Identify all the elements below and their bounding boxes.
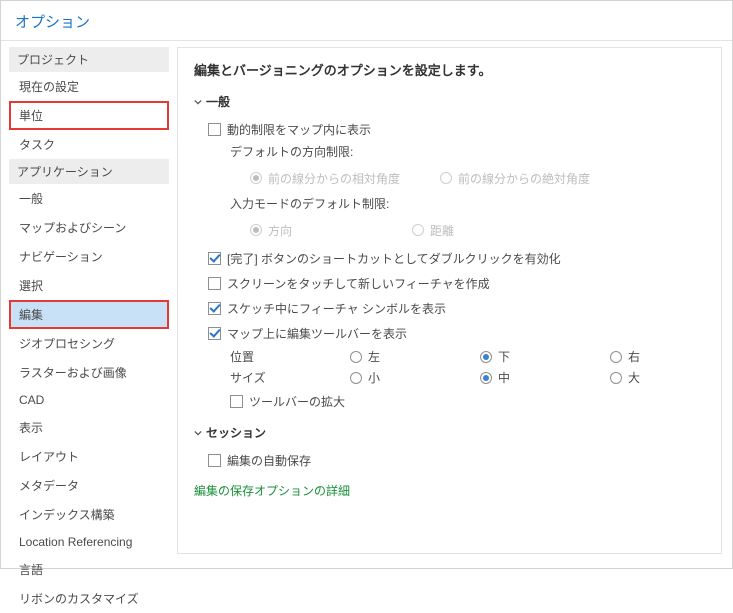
sidebar-item-customize-ribbon[interactable]: リボンのカスタマイズ [9,584,169,613]
link-save-options-details[interactable]: 編集の保存オプションの詳細 [194,482,350,499]
label-toolbar-magnify: ツールバーの拡大 [249,393,345,410]
radio-size-medium[interactable] [480,372,492,384]
sidebar-item-navigation[interactable]: ナビゲーション [9,242,169,271]
chevron-down-icon [194,429,202,437]
sidebar-item-cad[interactable]: CAD [9,387,169,413]
sidebar-item-indexing[interactable]: インデックス構築 [9,500,169,529]
sidebar-item-metadata[interactable]: メタデータ [9,471,169,500]
sidebar-item-raster-imagery[interactable]: ラスターおよび画像 [9,358,169,387]
checkbox-sketch-symbols[interactable] [208,302,221,315]
checkbox-toolbar-magnify[interactable] [230,395,243,408]
sidebar-item-language[interactable]: 言語 [9,555,169,584]
sidebar-item-tasks[interactable]: タスク [9,130,169,159]
sidebar-item-general[interactable]: 一般 [9,184,169,213]
sidebar-group-application: アプリケーション [9,159,169,184]
radio-pos-right[interactable] [610,351,622,363]
radio-dir-absolute [440,172,452,184]
label-size-medium: 中 [498,369,510,386]
sidebar-group-project: プロジェクト [9,47,169,72]
radio-pos-bottom[interactable] [480,351,492,363]
sidebar-item-units[interactable]: 単位 [9,101,169,130]
label-size-small: 小 [368,369,380,386]
sidebar: プロジェクト 現在の設定 単位 タスク アプリケーション 一般 マップおよびシー… [1,41,173,564]
label-input-mode-default: 入力モードのデフォルト制限: [194,195,705,212]
section-general-header[interactable]: 一般 [194,93,705,110]
label-toolbar-show: マップ上に編集ツールバーを表示 [227,325,407,342]
label-inmode-distance: 距離 [430,222,454,239]
checkbox-dblclick-finish[interactable] [208,252,221,265]
label-dblclick-finish: [完了] ボタンのショートカットとしてダブルクリックを有効化 [227,250,561,267]
label-pos-left: 左 [368,348,380,365]
label-dir-absolute: 前の線分からの絶対角度 [458,170,590,187]
radio-size-small[interactable] [350,372,362,384]
content-panel: 編集とバージョニングのオプションを設定します。 一般 動的制限をマップ内に表示 … [177,47,722,554]
radio-inmode-direction [250,224,262,236]
chevron-down-icon [194,98,202,106]
radio-dir-relative [250,172,262,184]
sidebar-item-selection[interactable]: 選択 [9,271,169,300]
dialog-title: オプション [1,1,732,41]
checkbox-touch-create[interactable] [208,277,221,290]
label-pos-right: 右 [628,348,640,365]
label-default-direction: デフォルトの方向制限: [194,143,705,160]
sidebar-item-layout[interactable]: レイアウト [9,442,169,471]
radio-size-large[interactable] [610,372,622,384]
label-touch-create: スクリーンをタッチして新しいフィーチャを作成 [227,275,490,292]
label-dir-relative: 前の線分からの相対角度 [268,170,400,187]
label-toolbar-position: 位置 [230,348,350,365]
label-autosave: 編集の自動保存 [227,452,311,469]
section-session-label: セッション [206,424,266,441]
section-session-header[interactable]: セッション [194,424,705,441]
checkbox-dynamic-constraints[interactable] [208,123,221,136]
label-size-large: 大 [628,369,640,386]
label-dynamic-constraints: 動的制限をマップ内に表示 [227,121,371,138]
label-pos-bottom: 下 [498,348,510,365]
sidebar-item-current-settings[interactable]: 現在の設定 [9,72,169,101]
label-sketch-symbols: スケッチ中にフィーチャ シンボルを表示 [227,300,446,317]
sidebar-item-map-scene[interactable]: マップおよびシーン [9,213,169,242]
sidebar-item-location-referencing[interactable]: Location Referencing [9,529,169,555]
section-general-label: 一般 [206,93,230,110]
sidebar-item-display[interactable]: 表示 [9,413,169,442]
sidebar-item-geoprocessing[interactable]: ジオプロセシング [9,329,169,358]
label-toolbar-size: サイズ [230,369,350,386]
checkbox-autosave[interactable] [208,454,221,467]
checkbox-toolbar-show[interactable] [208,327,221,340]
radio-inmode-distance [412,224,424,236]
radio-pos-left[interactable] [350,351,362,363]
label-inmode-direction: 方向 [268,222,292,239]
sidebar-item-editing[interactable]: 編集 [9,300,169,329]
content-title: 編集とバージョニングのオプションを設定します。 [194,60,705,79]
